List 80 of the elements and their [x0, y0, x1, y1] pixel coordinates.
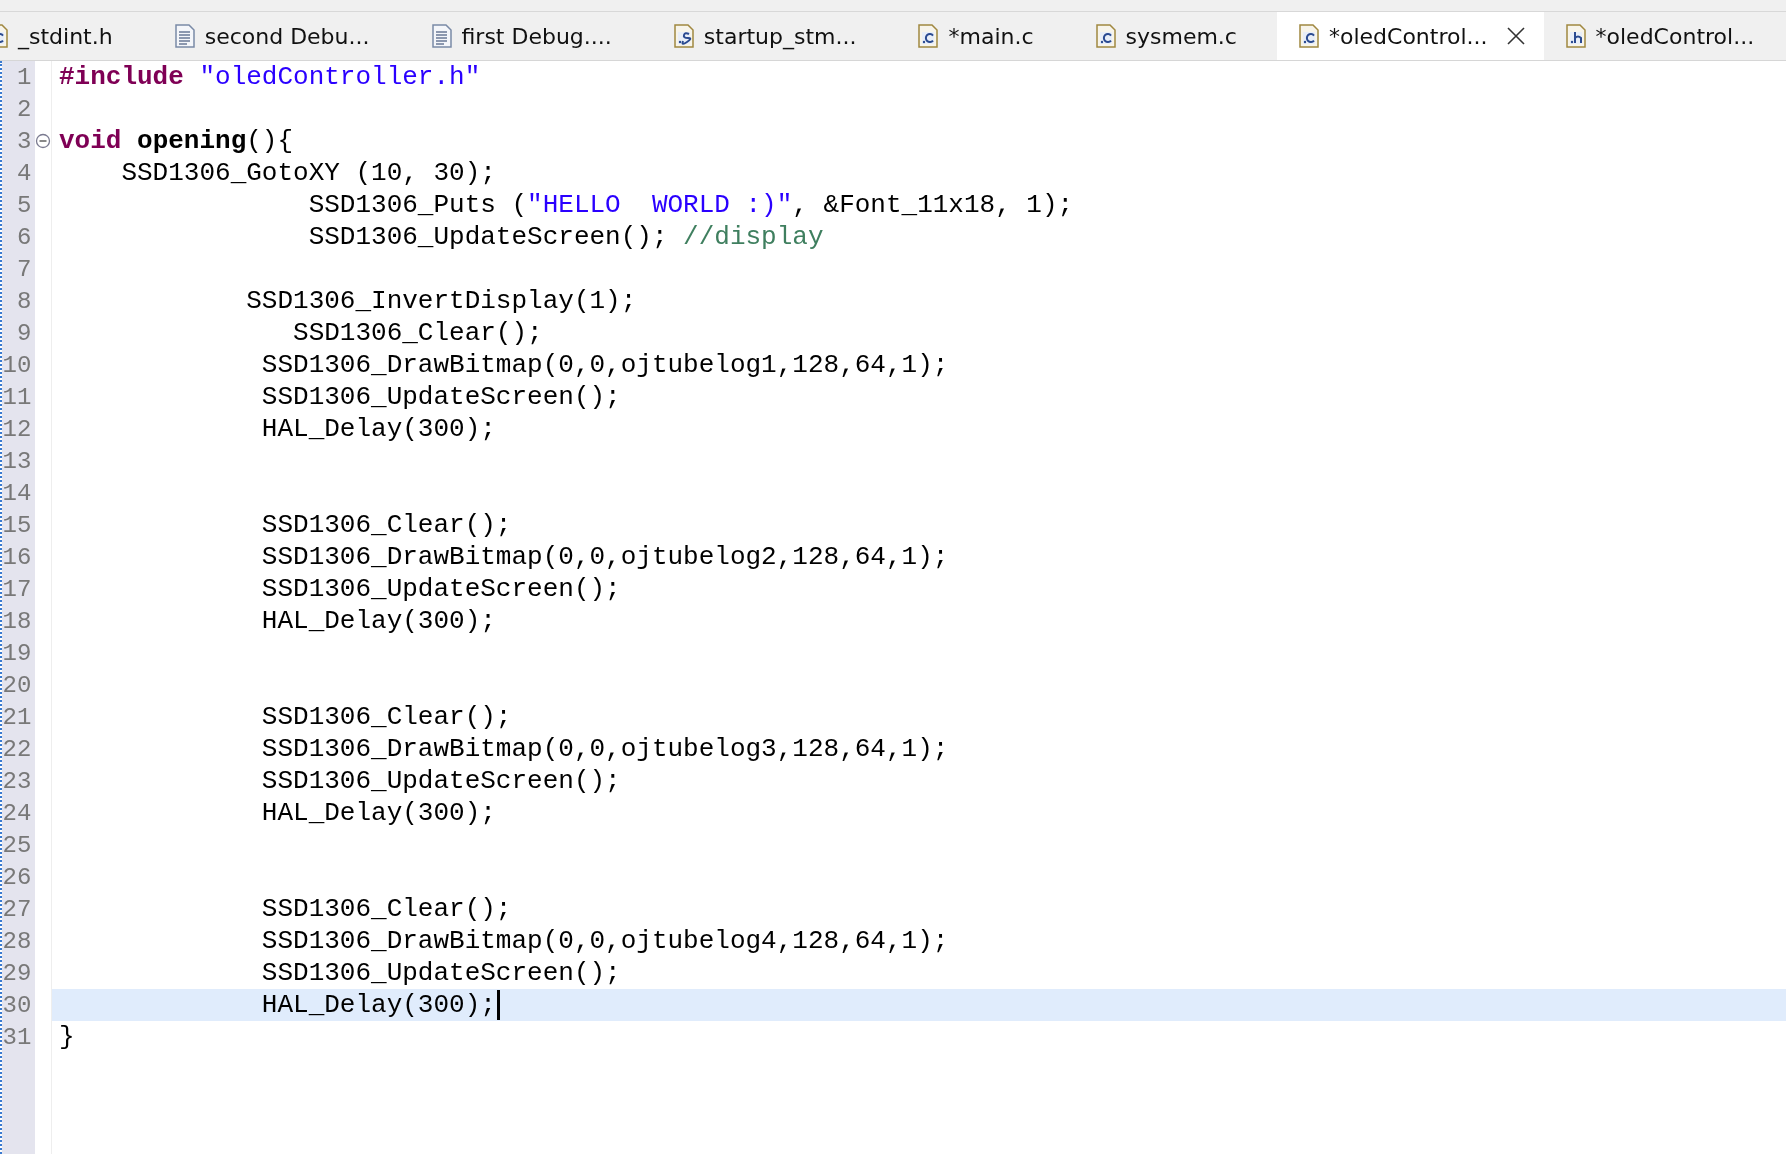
editor-tab[interactable]: _stdint.h	[0, 12, 153, 60]
code-line: SSD1306_UpdateScreen();	[260, 382, 621, 412]
assembly-file-icon	[673, 24, 694, 48]
line-number: 29	[2, 959, 33, 987]
line-number: 27	[2, 895, 33, 923]
line-number: 19	[2, 639, 33, 667]
line-number: 13	[2, 447, 33, 475]
code-line: void opening(){	[59, 126, 294, 156]
c-file-icon	[1095, 24, 1116, 48]
close-icon[interactable]	[1505, 26, 1526, 46]
tab-label: second Debu...	[204, 23, 370, 49]
line-number: 28	[2, 927, 33, 955]
code-line: }	[59, 1022, 75, 1052]
tab-label: first Debug....	[461, 23, 612, 49]
line-number: 7	[15, 255, 33, 283]
editor-tab[interactable]: *main.c	[896, 12, 1074, 60]
line-number: 25	[2, 831, 33, 859]
tab-label: *oledControl...	[1328, 23, 1488, 49]
editor-tab[interactable]: startup_stm...	[651, 12, 897, 60]
code-line: SSD1306_DrawBitmap(0,0,ojtubelog1,128,64,1);	[260, 350, 949, 380]
line-number: 23	[2, 767, 33, 795]
editor-tab[interactable]: second Debu...	[152, 12, 410, 60]
code-line: SSD1306_Clear();	[260, 702, 512, 732]
c-file-icon	[1298, 24, 1319, 48]
code-line: SSD1306_DrawBitmap(0,0,ojtubelog2,128,64,1);	[260, 542, 949, 572]
tab-label: *oledControl...	[1595, 23, 1755, 49]
line-number: 31	[2, 1023, 33, 1051]
line-number: 14	[2, 479, 33, 507]
code-line: SSD1306_UpdateScreen();	[260, 766, 621, 796]
code-line: SSD1306_Clear();	[292, 318, 543, 348]
text-file-icon	[431, 24, 452, 48]
text-cursor	[496, 990, 500, 1020]
line-number: 24	[2, 799, 33, 827]
line-number: 15	[2, 511, 33, 539]
tab-label: startup_stm...	[703, 23, 857, 49]
code-line: HAL_Delay(300);	[260, 606, 496, 636]
line-number: 30	[2, 991, 33, 1019]
editor-tab[interactable]: first Debug....	[409, 12, 652, 60]
code-line: SSD1306_UpdateScreen();	[260, 574, 621, 604]
line-number: 18	[2, 607, 33, 635]
code-line: SSD1306_UpdateScreen();	[260, 958, 621, 988]
editor-tab[interactable]: *oledControl...	[1276, 12, 1544, 60]
line-number: 22	[2, 735, 33, 763]
line-number: 2	[15, 95, 33, 123]
editor-tab[interactable]: sysmem.c	[1073, 12, 1277, 60]
code-line: SSD1306_InvertDisplay(1);	[245, 286, 637, 316]
code-line: HAL_Delay(300);	[260, 798, 496, 828]
tab-label: *main.c	[948, 23, 1034, 49]
line-number: 8	[15, 287, 33, 315]
line-number: 9	[15, 319, 33, 347]
code-line: SSD1306_Puts ("HELLO WORLD :)", &Font_11x18, 1);	[307, 190, 1074, 220]
code-line: HAL_Delay(300);	[260, 990, 496, 1020]
line-number: 26	[2, 863, 33, 891]
header-file-icon	[1565, 24, 1586, 48]
line-number: 21	[2, 703, 33, 731]
tab-label: _stdint.h	[18, 23, 113, 49]
code-line: SSD1306_Clear();	[260, 894, 512, 924]
collapse-icon[interactable]	[34, 133, 51, 149]
text-file-icon	[174, 24, 195, 48]
line-number: 12	[2, 415, 33, 443]
line-number: 5	[15, 191, 33, 219]
code-line: #include "oledController.h"	[59, 62, 481, 92]
c-file-icon	[918, 24, 939, 48]
code-line: HAL_Delay(300);	[260, 414, 496, 444]
line-number: 4	[15, 159, 33, 187]
line-number: 17	[2, 575, 33, 603]
line-number: 16	[2, 543, 33, 571]
tab-label: sysmem.c	[1125, 23, 1237, 49]
code-line: SSD1306_DrawBitmap(0,0,ojtubelog3,128,64,1);	[260, 734, 949, 764]
code-line: SSD1306_Clear();	[260, 510, 512, 540]
line-number: 20	[2, 671, 33, 699]
code-line: SSD1306_DrawBitmap(0,0,ojtubelog4,128,64,1);	[260, 926, 949, 956]
line-number: 10	[2, 351, 33, 379]
line-number: 3	[15, 127, 33, 155]
line-number: 1	[15, 63, 33, 91]
line-number: 11	[2, 383, 33, 411]
editor-tab[interactable]: *oledControl...	[1543, 12, 1786, 60]
code-line: SSD1306_UpdateScreen(); //display	[307, 222, 824, 252]
code-line: SSD1306_GotoXY (10, 30);	[120, 158, 496, 188]
line-number: 6	[15, 223, 33, 251]
